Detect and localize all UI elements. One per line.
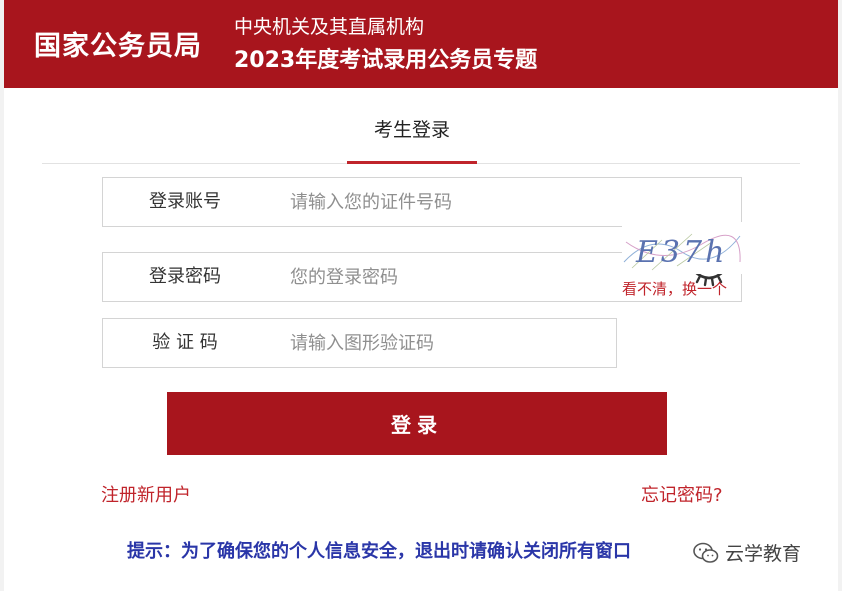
captcha-text: E37h [635,235,727,270]
password-input[interactable] [290,261,650,293]
forgot-password-link[interactable]: 忘记密码? [641,481,723,507]
captcha-image[interactable]: E37h [622,222,742,274]
watermark: 云学教育 [693,539,801,566]
login-button[interactable]: 登录 [167,392,667,455]
captcha-label: 验 证 码 [152,332,218,353]
tab-bar: 考生登录 [42,88,800,164]
header-subtitle-line2: 2023年度考试录用公务员专题 [234,48,538,73]
wechat-icon [693,542,719,563]
header-subtitle-line1: 中央机关及其直属机构 [234,16,425,38]
captcha-refresh-link[interactable]: 看不清，换一个 [622,278,727,299]
agency-name: 国家公务员局 [34,31,202,62]
tab-candidate-login[interactable]: 考生登录 [347,88,477,164]
register-link[interactable]: 注册新用户 [101,481,191,507]
captcha-input[interactable] [290,327,590,359]
account-input[interactable] [290,186,650,218]
watermark-text: 云学教育 [725,543,802,565]
account-field: 登录账号 [102,177,742,227]
account-label: 登录账号 [149,191,221,212]
header-banner: 国家公务员局 中央机关及其直属机构 2023年度考试录用公务员专题 [4,0,838,88]
captcha-field: 验 证 码 [102,318,617,368]
security-tip: 提示：为了确保您的个人信息安全，退出时请确认关闭所有窗口 [127,541,631,562]
password-label: 登录密码 [149,266,221,287]
